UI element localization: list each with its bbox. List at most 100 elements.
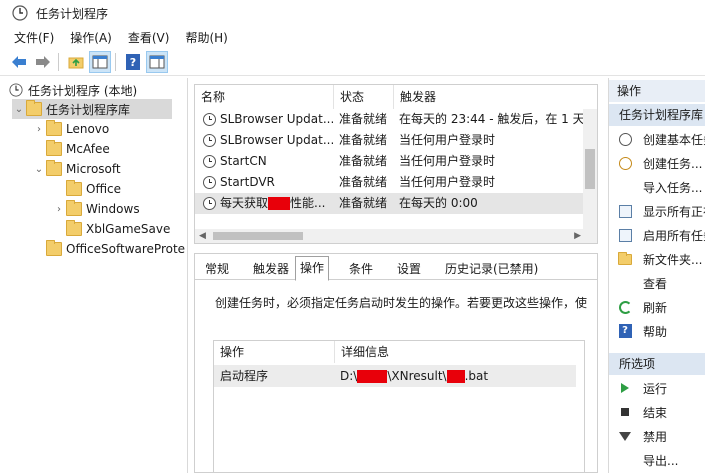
up-folder-button[interactable]: [65, 51, 87, 73]
clock-icon: [203, 155, 216, 168]
tree-item-label: XblGameSave: [86, 222, 171, 236]
help-icon: ?: [126, 53, 140, 70]
window-title: 任务计划程序: [36, 6, 109, 21]
chevron-right-icon[interactable]: ›: [52, 204, 66, 215]
action-end[interactable]: 结束: [609, 400, 705, 424]
table-row[interactable]: StartDVR 准备就绪 当任何用户登录时: [195, 172, 585, 193]
redaction-mark: [357, 369, 388, 383]
tree-item-root[interactable]: 任务计划程序 (本地): [8, 80, 186, 100]
action-label: 刷新: [643, 300, 668, 315]
back-button[interactable]: [8, 51, 30, 73]
chevron-right-icon[interactable]: ›: [32, 124, 46, 135]
detail-tabs: 常规 触发器 操作 条件 设置 历史记录(已禁用): [195, 254, 597, 281]
action-disable[interactable]: 禁用: [609, 424, 705, 448]
column-header-action[interactable]: 操作: [214, 341, 334, 363]
show-pane-button[interactable]: [89, 50, 111, 73]
menu-file[interactable]: 文件(F): [14, 29, 54, 46]
toolbar: ?: [0, 48, 705, 76]
task-name-cell: SLBrowser Updat...: [203, 109, 333, 130]
chevron-down-icon[interactable]: ⌄: [32, 164, 46, 175]
table-row-selected[interactable]: 每天获取 性能... 准备就绪 在每天的 0:00: [195, 193, 585, 214]
tab-actions[interactable]: 操作: [295, 256, 330, 281]
show-actions-button[interactable]: [146, 50, 168, 73]
action-label: 创建基本任务: [643, 132, 705, 147]
action-enable-history[interactable]: 启用所有任务: [609, 223, 705, 247]
task-trigger: 当任何用户登录时: [399, 175, 496, 189]
menu-view[interactable]: 查看(V): [128, 29, 170, 46]
clock-icon: [9, 83, 23, 97]
column-header-status[interactable]: 状态: [333, 85, 393, 109]
column-header-name[interactable]: 名称: [195, 85, 333, 109]
tree-item-mcafee[interactable]: McAfee: [32, 139, 182, 159]
action-help[interactable]: ? 帮助: [609, 319, 705, 343]
action-new-folder[interactable]: 新文件夹...: [609, 247, 705, 271]
tree-item-label: Windows: [86, 202, 140, 216]
svg-text:?: ?: [130, 56, 136, 69]
table-row[interactable]: SLBrowser Updat... 准备就绪 在每天的 23:44 - 触发后…: [195, 109, 585, 130]
clock-icon: [617, 131, 633, 147]
tab-history[interactable]: 历史记录(已禁用): [441, 258, 542, 280]
action-detail-suffix: .bat: [464, 369, 489, 383]
actions-section-selected[interactable]: 所选项: [609, 353, 705, 375]
task-detail-panel: 常规 触发器 操作 条件 设置 历史记录(已禁用) 创建任务时，必须指定任务启动…: [194, 253, 598, 473]
tree-item-lenovo[interactable]: › Lenovo: [32, 119, 182, 139]
clock-icon: [203, 176, 216, 189]
action-show-running[interactable]: 显示所有正在: [609, 199, 705, 223]
menu-action[interactable]: 操作(A): [70, 29, 112, 46]
scroll-right-icon[interactable]: ▶: [574, 231, 581, 241]
horizontal-scrollbar[interactable]: ◀ ▶: [195, 229, 597, 243]
column-header-details[interactable]: 详细信息: [334, 341, 586, 363]
tree-item-office[interactable]: Office: [52, 179, 182, 199]
task-name-cell: StartDVR: [203, 172, 333, 193]
tab-general[interactable]: 常规: [201, 258, 233, 280]
actions-description: 创建任务时，必须指定任务启动时发生的操作。若要更改这些操作，使: [215, 296, 588, 310]
task-status: 准备就绪: [339, 175, 388, 189]
action-label: 运行: [643, 381, 668, 396]
arrow-left-icon: [12, 55, 26, 68]
tree-item-label: 任务计划程序 (本地): [28, 83, 138, 98]
pane-icon: [149, 55, 165, 68]
vertical-scrollbar[interactable]: [583, 109, 597, 229]
scroll-left-icon[interactable]: ◀: [199, 231, 206, 241]
action-create-basic-task[interactable]: 创建基本任务: [609, 127, 705, 151]
action-type: 启动程序: [220, 369, 269, 383]
tab-settings[interactable]: 设置: [393, 258, 425, 280]
tree-item-label: Office: [86, 182, 122, 196]
action-export[interactable]: 导出...: [609, 448, 705, 472]
tree-item-label: 任务计划程序库: [46, 102, 131, 117]
actions-table-header: 操作 详细信息: [214, 341, 586, 363]
action-label: 查看: [643, 276, 668, 291]
table-row[interactable]: 启动程序 D:\ \XNresult\ .bat: [214, 365, 576, 387]
tree-item-xblgamesave[interactable]: XblGameSave: [52, 219, 182, 239]
forward-button[interactable]: [32, 51, 54, 73]
action-refresh[interactable]: 刷新: [609, 295, 705, 319]
actions-section-library[interactable]: 任务计划程序库: [609, 104, 705, 126]
tree-item-windows[interactable]: › Windows: [52, 199, 182, 219]
tab-conditions[interactable]: 条件: [345, 258, 377, 280]
scrollbar-thumb[interactable]: [213, 232, 303, 240]
task-status: 准备就绪: [339, 112, 388, 126]
action-import-task[interactable]: 导入任务...: [609, 175, 705, 199]
tab-triggers[interactable]: 触发器: [249, 258, 293, 280]
task-list-header: 名称 状态 触发器: [195, 85, 597, 109]
column-header-trigger[interactable]: 触发器: [393, 85, 597, 109]
menu-help[interactable]: 帮助(H): [185, 29, 227, 46]
action-run[interactable]: 运行: [609, 376, 705, 400]
table-row[interactable]: StartCN 准备就绪 当任何用户登录时: [195, 151, 585, 172]
play-icon: [617, 380, 633, 396]
pane-icon: [92, 55, 108, 68]
tree-item-microsoft[interactable]: ⌄ Microsoft: [32, 159, 182, 179]
task-name: SLBrowser Updat...: [220, 133, 333, 147]
folder-tree: 任务计划程序 (本地) ⌄ 任务计划程序库 › Lenovo McAfee ⌄ …: [0, 78, 188, 473]
action-create-task[interactable]: 创建任务...: [609, 151, 705, 175]
table-row[interactable]: SLBrowser Updat... 准备就绪 当任何用户登录时: [195, 130, 585, 151]
tree-item-officesoftwareprotection[interactable]: OfficeSoftwareProte: [32, 239, 187, 259]
folder-icon: [26, 100, 42, 116]
tree-item-library[interactable]: ⌄ 任务计划程序库: [12, 99, 172, 119]
action-label: 创建任务...: [643, 156, 703, 171]
action-view[interactable]: 查看: [609, 271, 705, 295]
chevron-down-icon[interactable]: ⌄: [12, 104, 26, 115]
scrollbar-thumb[interactable]: [585, 149, 595, 189]
help-button[interactable]: ?: [122, 51, 144, 73]
task-name-prefix: 每天获取: [220, 196, 269, 210]
